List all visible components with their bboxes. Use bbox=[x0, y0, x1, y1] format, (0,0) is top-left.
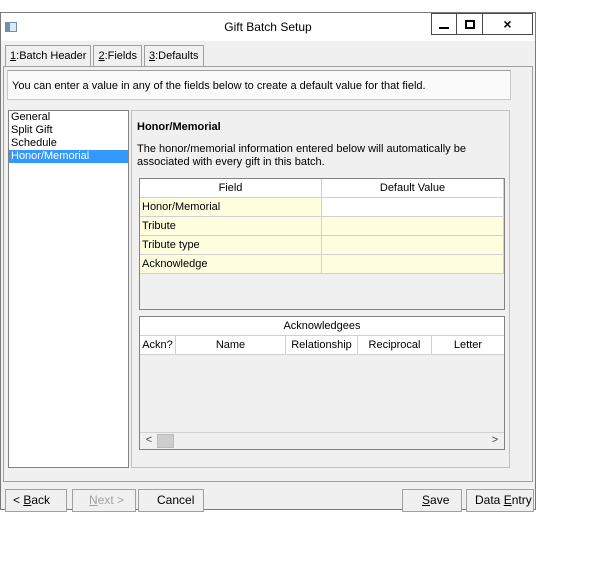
section-detail-panel: Honor/Memorial The honor/memorial inform… bbox=[131, 110, 510, 468]
defaults-tab-panel: You can enter a value in any of the fiel… bbox=[3, 66, 533, 482]
defaults-grid: Field Default Value Honor/Memorial Tribu… bbox=[139, 178, 505, 310]
default-value-cell[interactable] bbox=[322, 217, 504, 236]
cancel-button[interactable]: Cancel bbox=[138, 489, 204, 512]
default-value-cell[interactable] bbox=[322, 198, 504, 217]
tab-defaults[interactable]: 3:Defaults bbox=[143, 45, 204, 67]
maximize-icon bbox=[464, 19, 475, 29]
column-header-field[interactable]: Field bbox=[140, 179, 322, 198]
acknowledgees-header: Ackn? Name Relationship Reciprocal Lette… bbox=[140, 336, 504, 355]
maximize-button[interactable] bbox=[457, 13, 483, 35]
next-button[interactable]: Next > bbox=[72, 489, 136, 512]
instruction-text: You can enter a value in any of the fiel… bbox=[7, 70, 511, 100]
table-row: Acknowledge bbox=[140, 255, 504, 274]
field-name-cell[interactable]: Tribute type bbox=[140, 236, 322, 255]
column-header-relationship[interactable]: Relationship bbox=[286, 336, 358, 355]
field-name-cell[interactable]: Honor/Memorial bbox=[140, 198, 322, 217]
tab-fields[interactable]: 2:Fields bbox=[93, 45, 142, 66]
scroll-left-icon[interactable]: < bbox=[141, 434, 157, 448]
scroll-right-icon[interactable]: > bbox=[487, 434, 503, 448]
minimize-icon bbox=[439, 26, 449, 29]
section-item-schedule[interactable]: Schedule bbox=[9, 137, 128, 150]
minimize-button[interactable] bbox=[431, 13, 457, 35]
acknowledgees-grid: Acknowledgees Ackn? Name Relationship Re… bbox=[139, 316, 505, 450]
defaults-grid-header: Field Default Value bbox=[140, 179, 504, 198]
title-bar: Gift Batch Setup × bbox=[1, 13, 535, 41]
default-value-cell[interactable] bbox=[322, 255, 504, 274]
section-item-honor-memorial[interactable]: Honor/Memorial bbox=[9, 150, 128, 163]
data-entry-button[interactable]: Data Entry bbox=[466, 489, 534, 512]
scroll-thumb[interactable] bbox=[157, 434, 174, 448]
gift-batch-setup-window: Gift Batch Setup × 1:Batch Header 2:Fiel… bbox=[0, 12, 536, 513]
column-header-default-value[interactable]: Default Value bbox=[322, 179, 504, 198]
section-item-split-gift[interactable]: Split Gift bbox=[9, 124, 128, 137]
acknowledgees-title: Acknowledgees bbox=[140, 317, 504, 336]
save-button[interactable]: Save bbox=[402, 489, 462, 512]
section-title: Honor/Memorial bbox=[137, 121, 221, 133]
table-row: Tribute type bbox=[140, 236, 504, 255]
table-row: Tribute bbox=[140, 217, 504, 236]
back-button[interactable]: < Back bbox=[5, 489, 67, 512]
column-header-name[interactable]: Name bbox=[176, 336, 286, 355]
close-button[interactable]: × bbox=[483, 13, 533, 35]
table-row: Honor/Memorial bbox=[140, 198, 504, 217]
tab-strip: 1:Batch Header 2:Fields 3:Defaults bbox=[5, 45, 206, 67]
section-list[interactable]: General Split Gift Schedule Honor/Memori… bbox=[8, 110, 129, 468]
field-name-cell[interactable]: Tribute bbox=[140, 217, 322, 236]
default-value-cell[interactable] bbox=[322, 236, 504, 255]
column-header-ackn[interactable]: Ackn? bbox=[140, 336, 176, 355]
tab-batch-header[interactable]: 1:Batch Header bbox=[5, 45, 92, 66]
section-description: The honor/memorial information entered b… bbox=[137, 143, 466, 168]
horizontal-scrollbar[interactable]: < > bbox=[140, 432, 504, 449]
field-name-cell[interactable]: Acknowledge bbox=[140, 255, 322, 274]
column-header-reciprocal[interactable]: Reciprocal bbox=[358, 336, 432, 355]
close-icon: × bbox=[503, 16, 512, 32]
section-item-general[interactable]: General bbox=[9, 111, 128, 124]
column-header-letter[interactable]: Letter bbox=[432, 336, 504, 355]
button-bar: < Back Next > Cancel Save Data Entry bbox=[1, 489, 535, 513]
